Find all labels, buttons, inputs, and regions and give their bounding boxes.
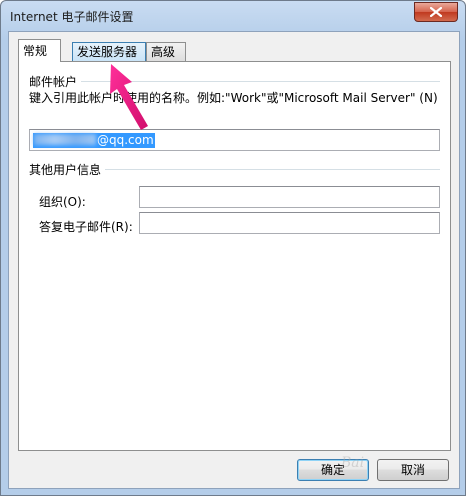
dialog-body: 常规 发送服务器 高级 邮件帐户 键入引用此帐户时使用的名称。例如:"Work"… [8,31,460,489]
dialog-window: Internet 电子邮件设置 常规 发送服务器 高级 邮件帐户 键入引用此帐户… [0,0,466,496]
tab-outgoing-server[interactable]: 发送服务器 [72,42,146,62]
group-title-mail-account: 邮件帐户 [29,73,82,90]
account-description: 键入引用此帐户时使用的名称。例如:"Work"或"Microsoft Mail … [29,91,438,105]
tab-general-label: 常规 [23,44,48,58]
organization-input[interactable] [139,186,440,208]
tab-advanced-label: 高级 [151,45,176,59]
watermark: Bai [341,455,365,471]
organization-label: 组织(O): [39,195,86,209]
tab-outgoing-server-label: 发送服务器 [77,45,138,59]
cancel-button-label: 取消 [400,463,425,477]
reply-email-label: 答复电子邮件(R): [39,220,133,234]
title-bar[interactable]: Internet 电子邮件设置 [1,1,465,31]
tab-general[interactable]: 常规 [18,39,61,62]
group-title-other-info: 其他用户信息 [29,161,106,178]
close-button[interactable] [414,2,458,22]
account-name-input[interactable]: @qq.com [29,129,440,151]
close-icon [430,7,442,17]
account-name-value: @qq.com [33,133,155,148]
cancel-button[interactable]: 取消 [377,459,449,481]
blurred-text [34,134,96,145]
tab-panel-general: 邮件帐户 键入引用此帐户时使用的名称。例如:"Work"或"Microsoft … [18,61,451,451]
account-name-text: @qq.com [97,133,154,147]
tab-advanced[interactable]: 高级 [146,42,186,62]
window-title: Internet 电子邮件设置 [10,10,134,24]
reply-email-input[interactable] [139,212,440,234]
group-divider [29,81,440,83]
